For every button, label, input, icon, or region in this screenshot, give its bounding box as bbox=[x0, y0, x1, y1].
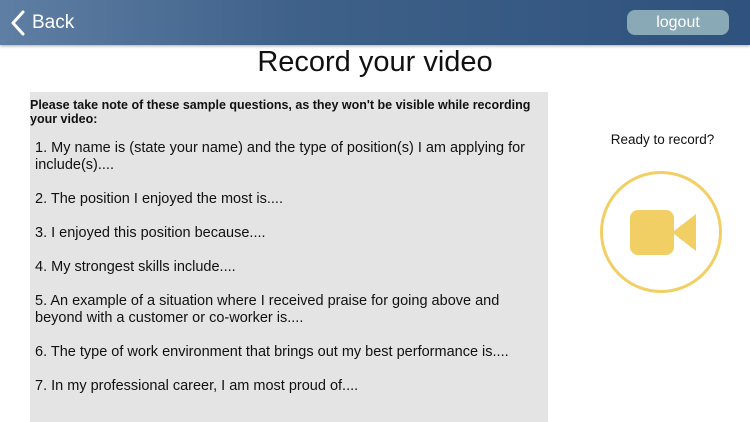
sample-questions-panel: Please take note of these sample questio… bbox=[30, 92, 548, 422]
question-item: 1. My name is (state your name) and the … bbox=[35, 140, 526, 173]
record-video-screen: Back logout Record your video Please tak… bbox=[0, 0, 750, 422]
navigation-bar: Back logout bbox=[0, 0, 750, 45]
ready-to-record-label: Ready to record? bbox=[610, 132, 715, 147]
question-item: 7. In my professional career, I am most … bbox=[35, 378, 359, 394]
page-title: Record your video bbox=[257, 46, 493, 78]
question-item: 4. My strongest skills include.... bbox=[35, 259, 236, 275]
back-label: Back bbox=[32, 12, 75, 33]
chevron-left-icon bbox=[11, 10, 25, 36]
questions-notice: Please take note of these sample questio… bbox=[30, 98, 531, 126]
question-list: 1. My name is (state your name) and the … bbox=[35, 140, 545, 412]
question-item: 3. I enjoyed this position because.... bbox=[35, 225, 266, 241]
question-item: 6. The type of work environment that bri… bbox=[35, 344, 509, 360]
back-button[interactable]: Back bbox=[10, 9, 74, 37]
video-camera-icon bbox=[630, 210, 696, 255]
logout-button[interactable]: logout bbox=[627, 10, 729, 35]
question-item: 5. An example of a situation where I rec… bbox=[35, 293, 500, 326]
record-video-button[interactable] bbox=[600, 171, 722, 293]
question-item: 2. The position I enjoyed the most is...… bbox=[35, 191, 283, 207]
